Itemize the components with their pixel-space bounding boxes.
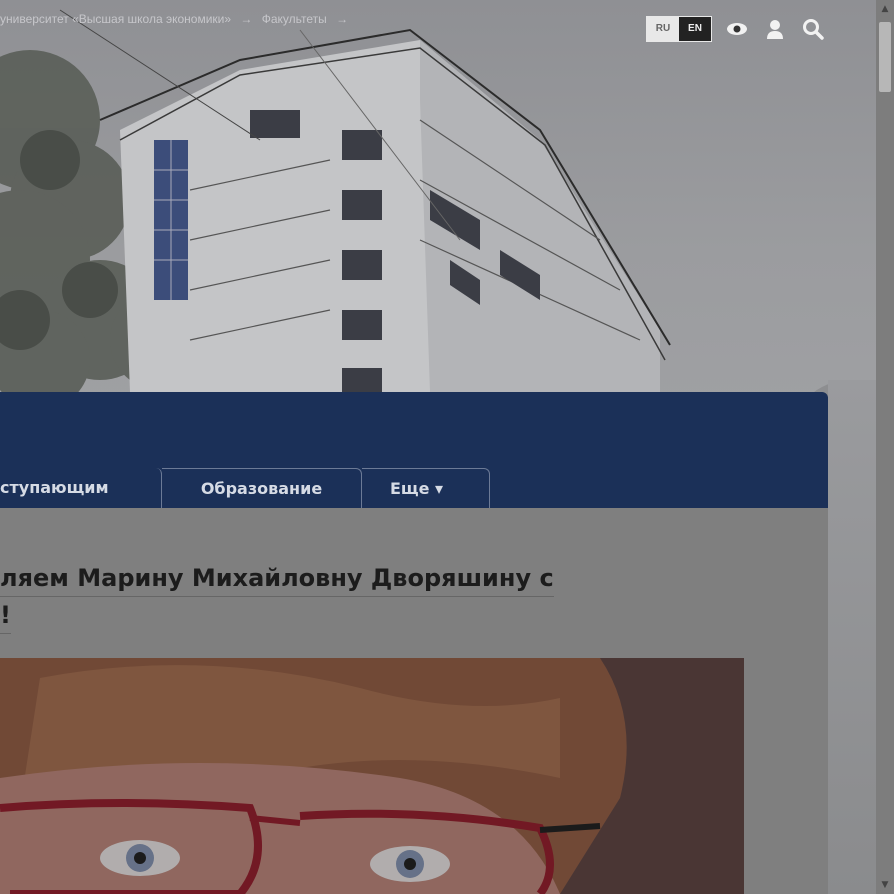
page-scrollbar[interactable]: ▲ ▼ [876, 0, 894, 894]
background-trees [828, 380, 876, 894]
portrait-image [0, 658, 744, 894]
tab-more-dropdown[interactable]: Еще ▾ [362, 468, 490, 508]
lang-ru-button[interactable]: RU [647, 17, 679, 41]
scroll-up-arrow-icon[interactable]: ▲ [876, 0, 894, 18]
language-switcher: RU EN [646, 16, 712, 42]
breadcrumb-item-faculties[interactable]: Факультеты [262, 12, 327, 26]
page-viewport: университет «Высшая школа экономики» → Ф… [0, 0, 876, 894]
lang-en-button[interactable]: EN [679, 17, 711, 41]
scroll-down-arrow-icon[interactable]: ▼ [876, 876, 894, 894]
article-title-line: ! [0, 597, 11, 634]
accessibility-button[interactable] [724, 16, 750, 42]
scrollbar-thumb[interactable] [879, 22, 891, 92]
breadcrumb-separator: → [336, 12, 349, 26]
tab-applicants[interactable]: ступающим [0, 468, 162, 508]
header-utilities: RU EN [646, 16, 826, 42]
article-title: ляем Марину Михайловну Дворяшину с ! [0, 560, 700, 634]
article-title-line: ляем Марину Михайловну Дворяшину с [0, 560, 554, 597]
profile-button[interactable] [762, 16, 788, 42]
breadcrumb-item-university[interactable]: университет «Высшая школа экономики» [0, 12, 231, 26]
main-nav: ступающим Образование Еще ▾ [0, 468, 490, 508]
eye-icon [727, 23, 747, 35]
site-header-band: ступающим Образование Еще ▾ [0, 392, 828, 508]
breadcrumb: университет «Высшая школа экономики» → Ф… [0, 12, 354, 26]
tab-education[interactable]: Образование [162, 468, 362, 508]
user-icon [767, 20, 783, 39]
article-photo [0, 658, 744, 894]
breadcrumb-separator: → [240, 12, 253, 26]
search-icon [803, 19, 824, 40]
search-button[interactable] [800, 16, 826, 42]
